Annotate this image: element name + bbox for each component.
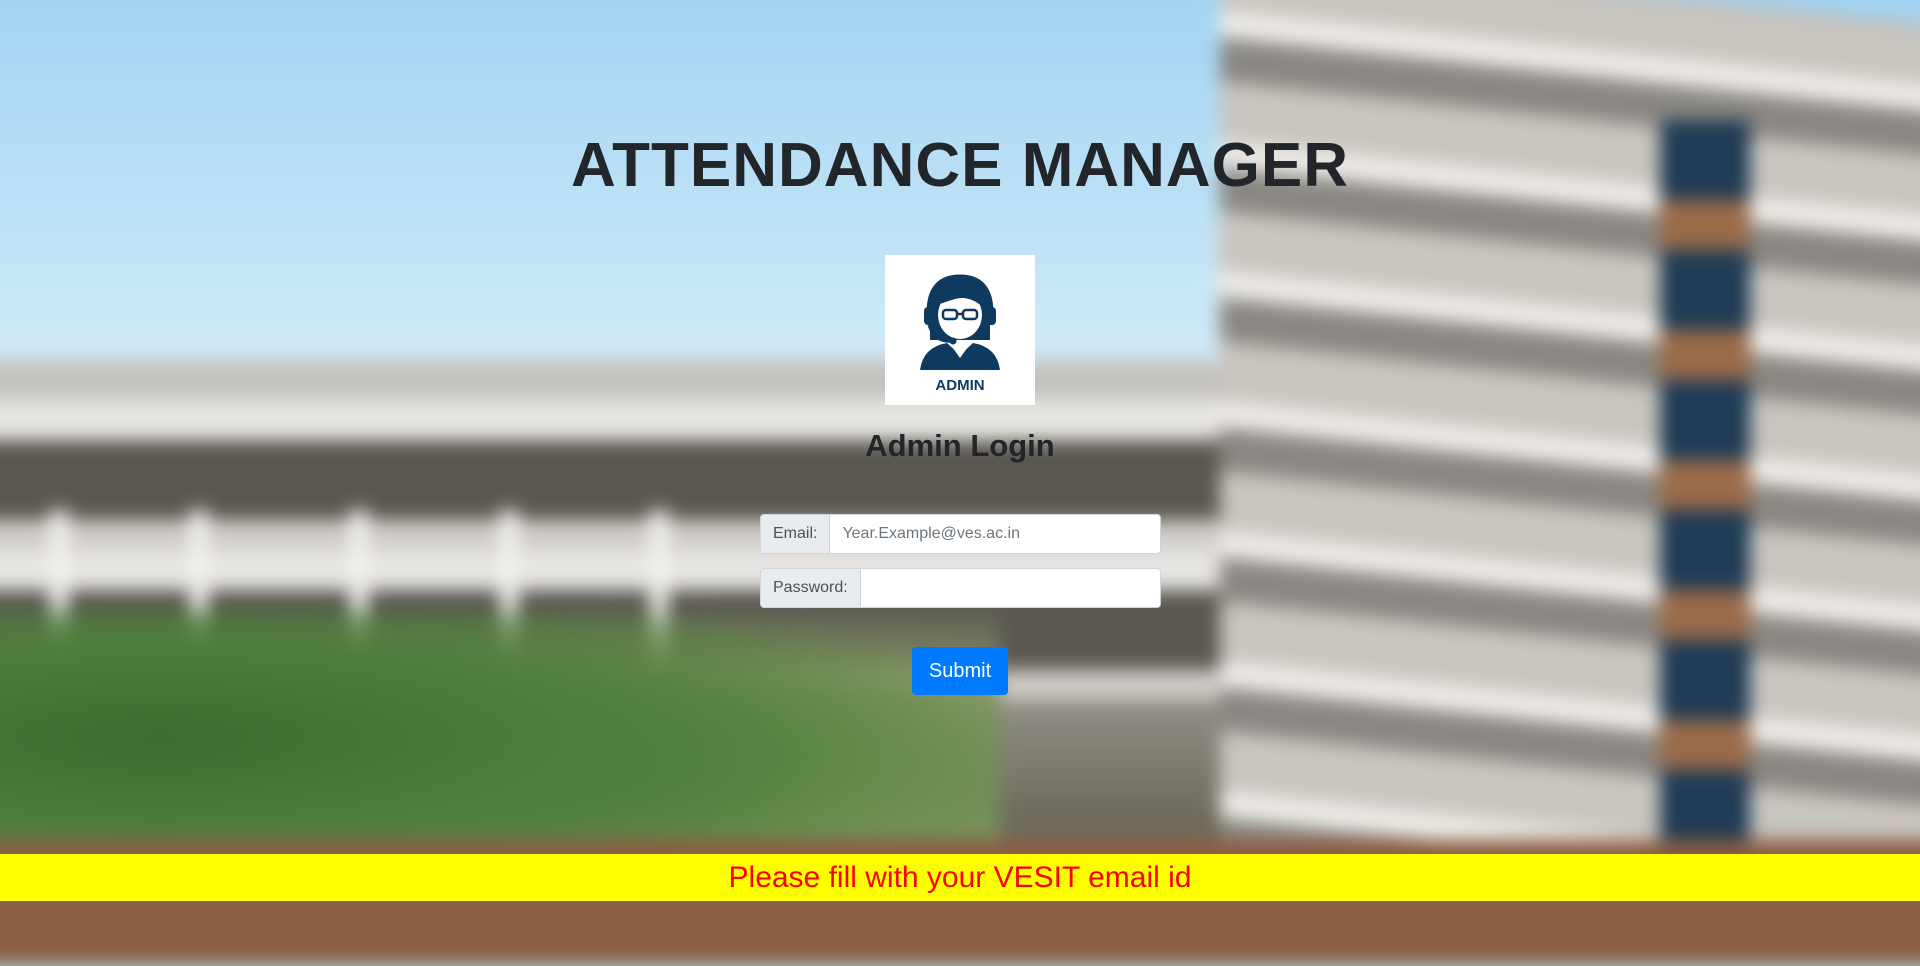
- password-input[interactable]: [860, 569, 1160, 607]
- login-page: ATTENDANCE MANAGER ADMIN Admin Login Ema…: [0, 0, 1920, 936]
- page-title: ATTENDANCE MANAGER: [570, 131, 1350, 200]
- login-heading: Admin Login: [865, 428, 1055, 463]
- email-notice-banner: Please fill with your VESIT email id: [0, 854, 1920, 901]
- submit-button[interactable]: Submit: [912, 647, 1008, 695]
- admin-avatar: ADMIN: [885, 255, 1035, 405]
- email-field-group: Email:: [760, 514, 1161, 554]
- password-label: Password:: [761, 569, 861, 607]
- email-input[interactable]: [830, 515, 1160, 553]
- admin-avatar-caption: ADMIN: [935, 377, 984, 394]
- admin-avatar-icon: ADMIN: [920, 274, 1000, 394]
- password-field-group: Password:: [760, 568, 1161, 608]
- email-label: Email:: [761, 515, 831, 553]
